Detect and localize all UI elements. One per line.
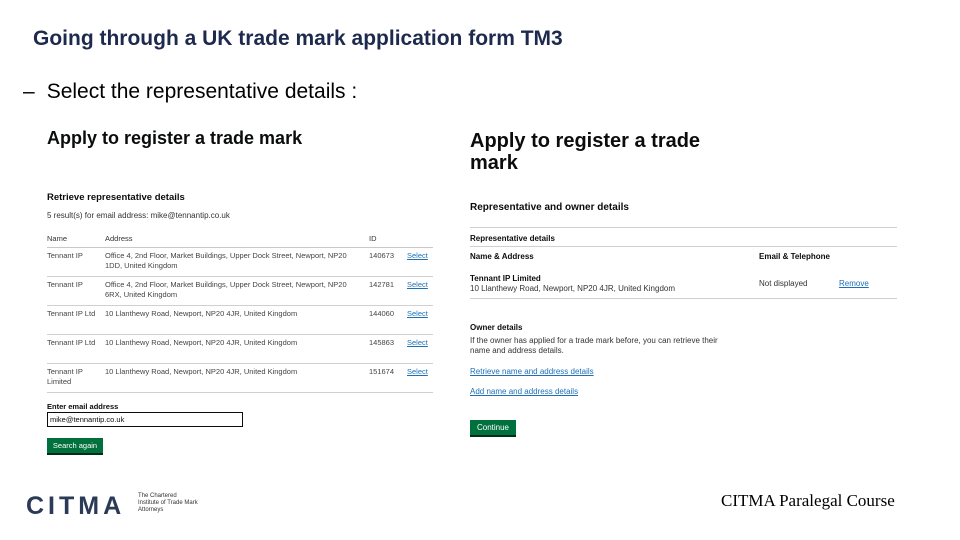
table-row: Tennant IP Office 4, 2nd Floor, Market B…	[47, 276, 433, 306]
representative-owner-screen: Apply to register a trade mark Represent…	[462, 124, 902, 444]
slide-bullet: – Select the representative details :	[23, 80, 357, 104]
select-link[interactable]: Select	[407, 338, 428, 347]
representative-contact: Not displayed	[759, 279, 808, 288]
table-header-row: Name Address ID	[47, 230, 433, 248]
divider	[470, 246, 897, 247]
row-address: 10 Llanthewy Road, Newport, NP20 4JR, Un…	[105, 334, 369, 364]
row-id: 140673	[369, 247, 407, 277]
owner-details-text: If the owner has applied for a trade mar…	[470, 336, 718, 355]
column-header-address: Address	[105, 230, 369, 248]
slide-title: Going through a UK trade mark applicatio…	[33, 27, 563, 50]
table-row: Tennant IP Office 4, 2nd Floor, Market B…	[47, 247, 433, 277]
representative-name: Tennant IP Limited	[470, 274, 541, 283]
citma-logo-subtitle: The Chartered Institute of Trade Mark At…	[138, 493, 198, 513]
right-page-heading: Apply to register a trade mark	[470, 130, 701, 174]
remove-link[interactable]: Remove	[839, 279, 869, 288]
select-link[interactable]: Select	[407, 309, 428, 318]
right-subheading: Representative and owner details	[470, 202, 629, 213]
row-id: 142781	[369, 276, 407, 306]
row-name: Tennant IP Ltd	[47, 334, 105, 364]
email-telephone-column-header: Email & Telephone	[759, 252, 830, 261]
owner-details-heading: Owner details	[470, 323, 523, 332]
bullet-dash: –	[23, 80, 35, 103]
table-row: Tennant IP Limited 10 Llanthewy Road, Ne…	[47, 363, 433, 393]
row-address: 10 Llanthewy Road, Newport, NP20 4JR, Un…	[105, 305, 369, 335]
row-name: Tennant IP	[47, 276, 105, 306]
email-field[interactable]: mike@tennantip.co.uk	[47, 412, 243, 427]
select-link[interactable]: Select	[407, 251, 428, 260]
row-name: Tennant IP	[47, 247, 105, 277]
table-row: Tennant IP Ltd 10 Llanthewy Road, Newpor…	[47, 305, 433, 335]
column-header-action	[407, 230, 433, 248]
citma-logo: CITMA	[26, 492, 126, 520]
representative-address: 10 Llanthewy Road, Newport, NP20 4JR, Un…	[470, 284, 675, 293]
column-header-id: ID	[369, 230, 407, 248]
row-address: 10 Llanthewy Road, Newport, NP20 4JR, Un…	[105, 363, 369, 393]
retrieve-representative-screen: Apply to register a trade mark Retrieve …	[40, 124, 440, 458]
select-link[interactable]: Select	[407, 280, 428, 289]
representative-table: Name Address ID Tennant IP Office 4, 2nd…	[47, 230, 433, 393]
course-name: CITMA Paralegal Course	[721, 491, 895, 510]
add-details-link[interactable]: Add name and address details	[470, 387, 578, 396]
row-address: Office 4, 2nd Floor, Market Buildings, U…	[105, 247, 369, 277]
row-id: 145863	[369, 334, 407, 364]
bullet-text: Select the representative details :	[46, 80, 358, 103]
divider	[470, 227, 897, 228]
row-address: Office 4, 2nd Floor, Market Buildings, U…	[105, 276, 369, 306]
name-address-column-header: Name & Address	[470, 252, 534, 261]
row-id: 151674	[369, 363, 407, 393]
left-page-heading: Apply to register a trade mark	[47, 128, 303, 148]
table-row: Tennant IP Ltd 10 Llanthewy Road, Newpor…	[47, 334, 433, 364]
result-count-text: 5 result(s) for email address: mike@tenn…	[47, 211, 230, 220]
continue-button[interactable]: Continue	[470, 420, 516, 435]
left-subheading: Retrieve representative details	[47, 192, 185, 203]
email-field-label: Enter email address	[47, 402, 119, 411]
retrieve-details-link[interactable]: Retrieve name and address details	[470, 367, 594, 376]
row-id: 144060	[369, 305, 407, 335]
select-link[interactable]: Select	[407, 367, 428, 376]
row-name: Tennant IP Limited	[47, 363, 105, 393]
search-again-button[interactable]: Search again	[47, 438, 103, 453]
divider	[470, 298, 897, 299]
representative-details-heading: Representative details	[470, 234, 555, 243]
column-header-name: Name	[47, 230, 105, 248]
row-name: Tennant IP Ltd	[47, 305, 105, 335]
